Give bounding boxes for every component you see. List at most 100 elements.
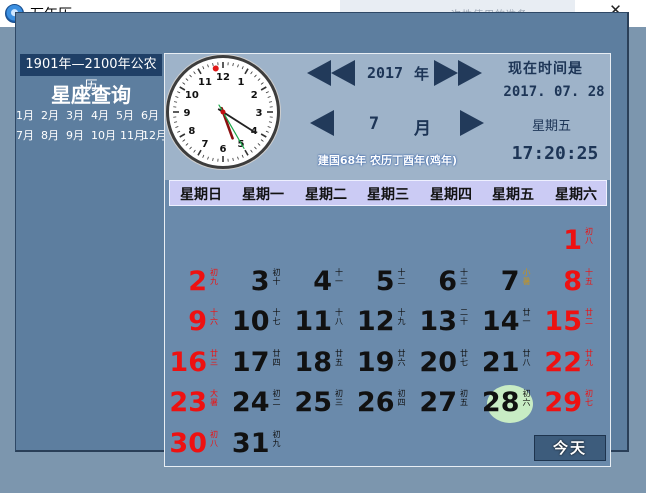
day-cell[interactable]: 9 十六 [171, 302, 233, 342]
clock-tick [182, 139, 186, 142]
month-link-10[interactable]: 10月 [91, 127, 116, 143]
clock-tick [250, 71, 253, 75]
clock-numeral: 9 [184, 108, 191, 119]
lunar-day: 初七 [585, 389, 593, 407]
day-cell[interactable]: 26 初四 [356, 383, 421, 423]
day-cell[interactable]: 20 廿七 [419, 343, 483, 383]
day-number: 25 [294, 387, 332, 418]
clock-tick [177, 130, 181, 133]
day-cell[interactable]: 7 小暑 [484, 262, 546, 302]
day-number: 7 [500, 265, 520, 297]
clock-tick [185, 143, 189, 146]
clock-center [220, 109, 226, 115]
day-cell[interactable]: 24 初二 [231, 383, 296, 423]
day-cell[interactable]: 10 十七 [232, 302, 296, 342]
lunar-day: 大暑 [210, 389, 218, 407]
day-cell[interactable]: 25 初三 [294, 383, 358, 423]
day-number: 26 [356, 387, 395, 418]
clock-tick [260, 86, 267, 91]
lunar-day: 廿八 [522, 348, 531, 367]
next-month-button[interactable] [458, 108, 486, 138]
next-year-button[interactable] [432, 58, 484, 88]
clock-tick [244, 68, 249, 75]
clock-tick [250, 149, 253, 153]
today-button[interactable]: 今天 [534, 435, 606, 461]
prev-year-button[interactable] [305, 58, 357, 88]
day-number: 20 [419, 346, 457, 378]
clock-tick [182, 82, 186, 85]
day-cell[interactable]: 23 大暑 [169, 383, 233, 423]
lunar-day: 初八 [210, 429, 218, 448]
prev-month-button[interactable] [308, 108, 336, 138]
day-cell[interactable]: 31 初九 [232, 424, 296, 464]
day-cell[interactable]: 11 十八 [294, 302, 358, 342]
day-cell[interactable]: 12 十九 [357, 302, 421, 342]
month-link-7[interactable]: 7月 [16, 127, 34, 143]
weekday-sun: 星期日 [180, 187, 222, 203]
month-link-3[interactable]: 3月 [66, 107, 84, 123]
month-unit: 月 [414, 119, 431, 139]
clock-tick [174, 101, 178, 103]
day-cell[interactable]: 21 廿八 [481, 343, 546, 383]
month-link-9[interactable]: 9月 [66, 127, 84, 143]
weekday-sat: 星期六 [555, 187, 597, 203]
day-cell[interactable]: 8 十五 [546, 262, 608, 302]
now-weekday: 星期五 [532, 119, 572, 134]
day-number: 11 [294, 306, 332, 337]
month-link-4[interactable]: 4月 [91, 107, 109, 123]
month-link-8[interactable]: 8月 [41, 127, 59, 143]
day-number: 21 [481, 346, 520, 378]
day-number: 3 [250, 265, 270, 297]
day-number: 2 [188, 265, 207, 297]
day-cell[interactable]: 29 初七 [544, 383, 608, 423]
day-cell[interactable]: 27 初五 [419, 383, 483, 423]
day-cell[interactable]: 18 廿五 [294, 343, 358, 383]
day-cell[interactable]: 19 廿六 [356, 343, 421, 383]
range-title: 1901年—2100年公农历 [20, 54, 162, 94]
day-number: 24 [231, 387, 270, 418]
clock-tick [207, 156, 209, 160]
day-cell[interactable]: 28 初六 [482, 383, 546, 423]
lunar-day: 廿六 [397, 348, 406, 367]
lunar-day: 十九 [397, 308, 406, 326]
month-value: 7 [368, 114, 380, 134]
day-cell[interactable]: 15 廿二 [544, 302, 608, 342]
day-cell[interactable]: 6 十三 [421, 262, 483, 302]
month-link-2[interactable]: 2月 [41, 107, 59, 123]
clock-tick [244, 149, 249, 156]
clock-tick [268, 121, 272, 123]
clock-tick [175, 96, 179, 98]
day-cell[interactable]: 2 初九 [171, 262, 233, 302]
day-cell[interactable]: 4 十一 [296, 262, 358, 302]
day-number: 19 [356, 346, 395, 378]
month-link-5[interactable]: 5月 [116, 107, 134, 123]
weekday-fri: 星期五 [492, 187, 534, 203]
month-link-6[interactable]: 6月 [141, 107, 159, 123]
day-cell[interactable]: 3 初十 [234, 262, 296, 302]
clock-face: 121234567891011 [173, 62, 273, 162]
month-link-1[interactable]: 1月 [16, 107, 34, 123]
day-cell[interactable]: 1 初八 [546, 221, 608, 261]
clock-tick [177, 91, 181, 94]
day-cell[interactable]: 5 十二 [359, 262, 421, 302]
lunar-day: 廿一 [522, 308, 531, 326]
lunar-day: 廿二 [585, 308, 593, 326]
clock-tick [241, 154, 244, 158]
clock-tick [237, 156, 239, 160]
clock-tick [207, 64, 209, 68]
day-cell[interactable]: 30 初八 [169, 424, 233, 464]
day-cell[interactable]: 22 廿九 [544, 343, 608, 383]
lunar-day: 初九 [210, 267, 218, 286]
year-unit: 年 [414, 65, 430, 83]
weekday-thu: 星期四 [430, 187, 472, 203]
clock-tick [257, 143, 261, 146]
clock-tick [257, 78, 261, 81]
day-number: 18 [294, 346, 332, 378]
day-cell[interactable]: 13 二十 [419, 302, 483, 342]
zodiac-query-button[interactable]: 星座查询 [18, 79, 164, 108]
day-cell[interactable]: 17 廿四 [232, 343, 296, 383]
day-cell[interactable]: 16 廿三 [169, 343, 233, 383]
day-cell[interactable]: 14 廿一 [481, 302, 546, 342]
day-number: 14 [481, 306, 520, 337]
clock-tick [265, 130, 269, 133]
